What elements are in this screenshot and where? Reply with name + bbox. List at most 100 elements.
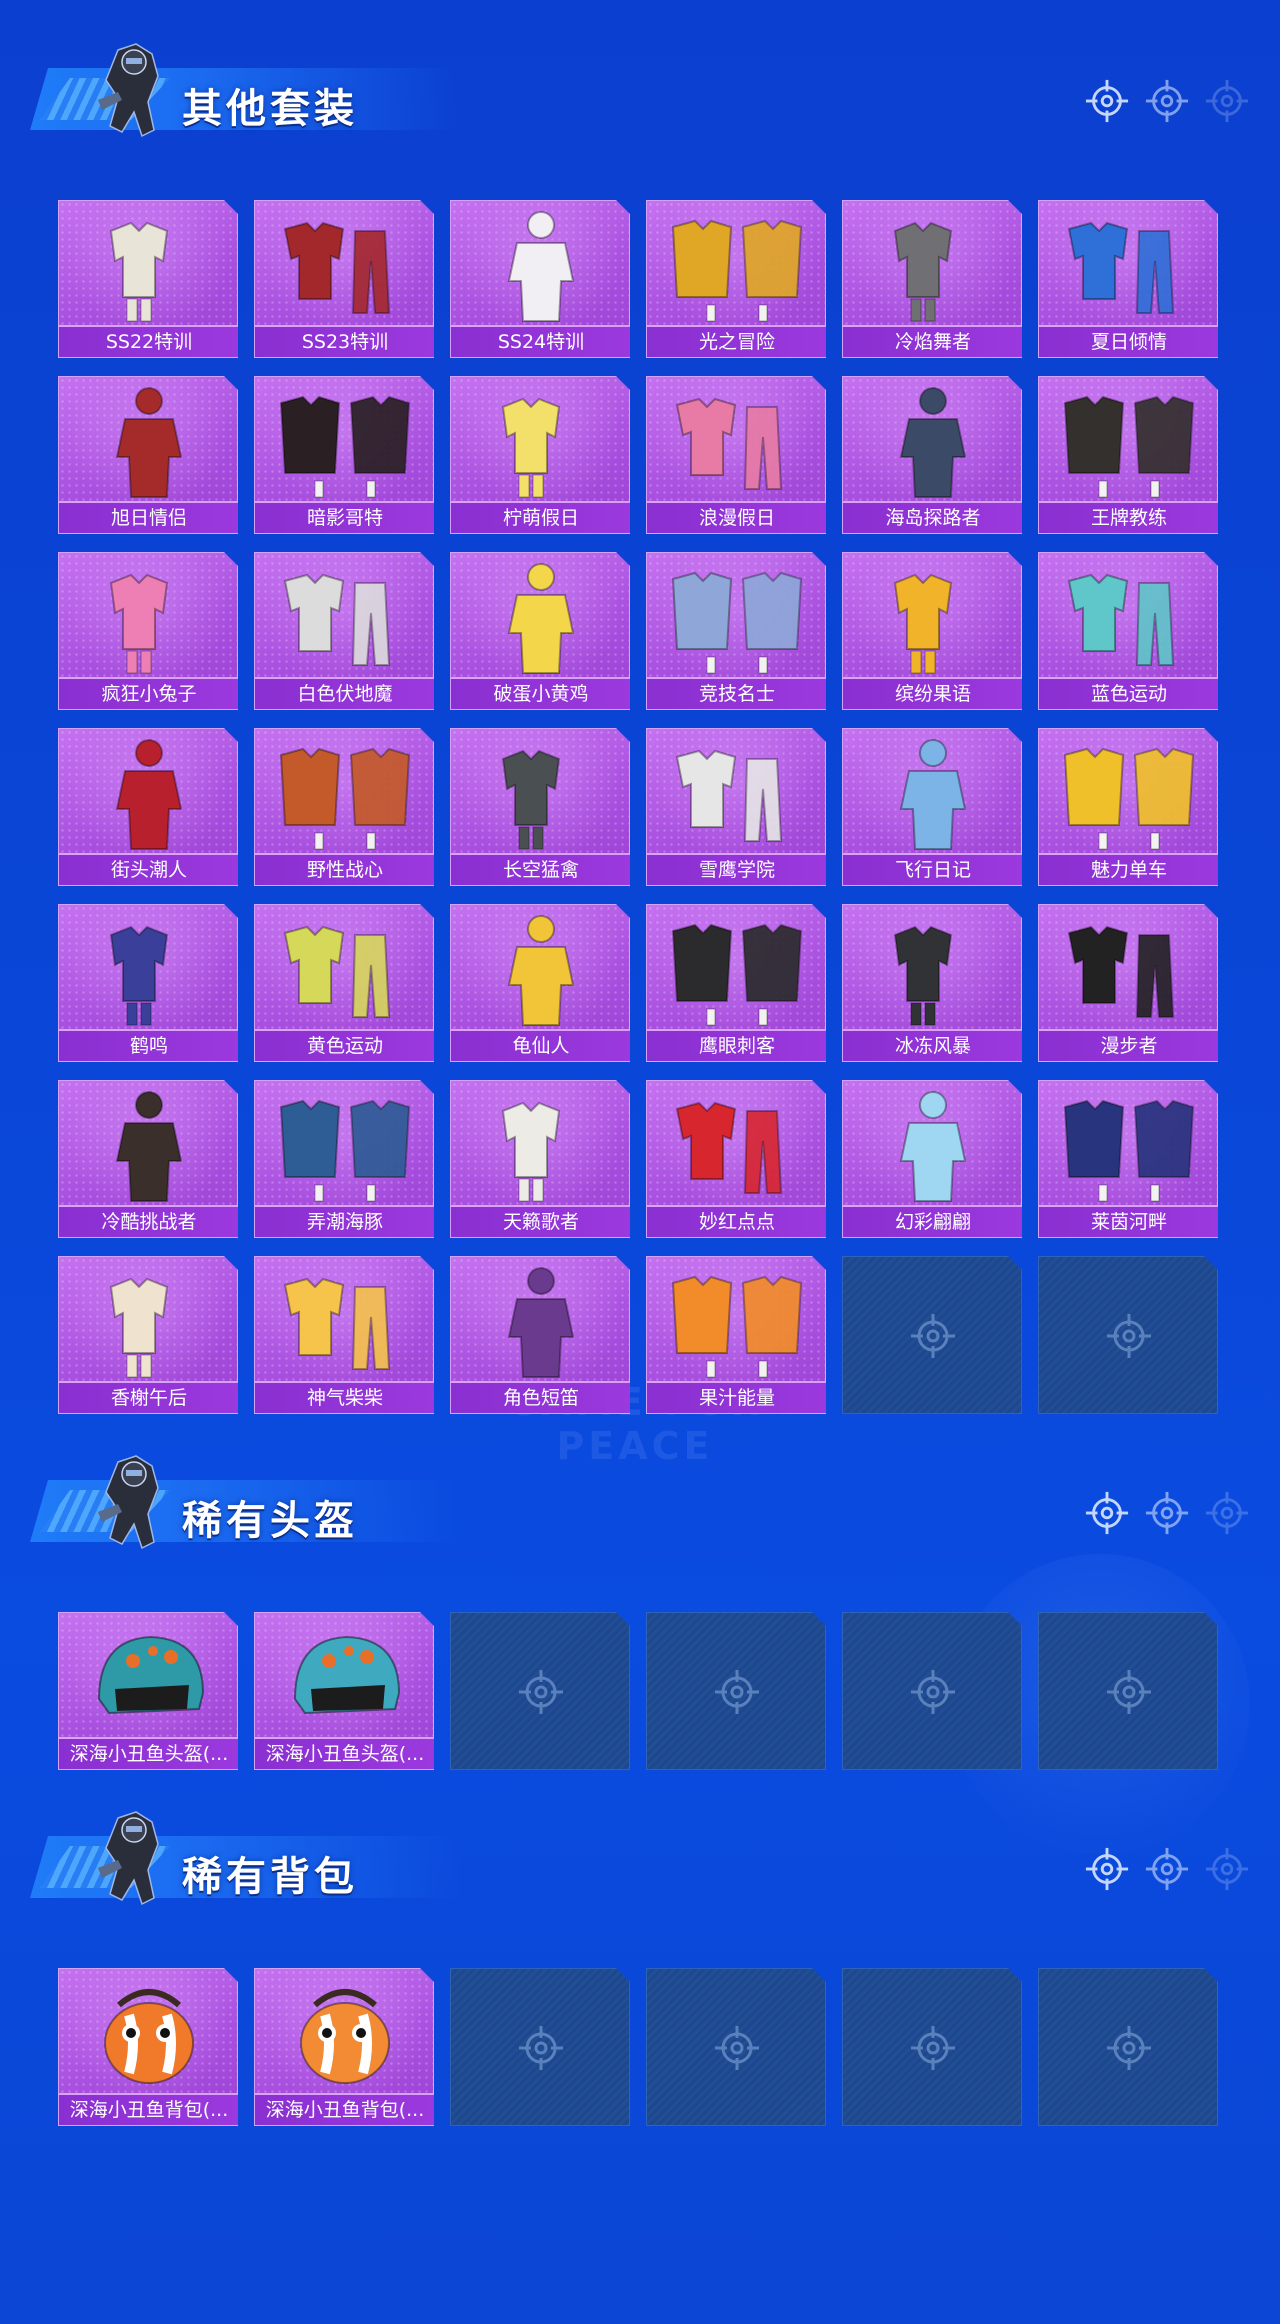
- crosshair-icon: [713, 2024, 761, 2072]
- item-grid: 深海小丑鱼头盔(... 深海小丑鱼头盔(...: [58, 1612, 1218, 1770]
- item-card[interactable]: 暗影哥特: [254, 376, 434, 534]
- item-label: 深海小丑鱼头盔(...: [255, 1739, 434, 1769]
- item-card[interactable]: SS22特训: [58, 200, 238, 358]
- empty-slot: [450, 1968, 630, 2126]
- item-label: 莱茵河畔: [1039, 1207, 1218, 1237]
- item-label: 夏日倾情: [1039, 327, 1218, 357]
- item-card[interactable]: 黄色运动: [254, 904, 434, 1062]
- item-card[interactable]: 果汁能量: [646, 1256, 826, 1414]
- item-card[interactable]: 天籁歌者: [450, 1080, 630, 1238]
- item-card[interactable]: 长空猛禽: [450, 728, 630, 886]
- item-label: 光之冒险: [647, 327, 826, 357]
- item-card[interactable]: 白色伏地魔: [254, 552, 434, 710]
- item-label: 深海小丑鱼背包(...: [59, 2095, 238, 2125]
- character-icon: [88, 1452, 172, 1556]
- item-card[interactable]: 飞行日记: [842, 728, 1022, 886]
- crosshair-icon: [713, 1668, 761, 1716]
- item-label: SS23特训: [255, 327, 434, 357]
- item-card[interactable]: 鹰眼刺客: [646, 904, 826, 1062]
- item-card[interactable]: 妙红点点: [646, 1080, 826, 1238]
- empty-slot: [842, 1256, 1022, 1414]
- item-card[interactable]: 王牌教练: [1038, 376, 1218, 534]
- item-card[interactable]: 海岛探路者: [842, 376, 1022, 534]
- item-label: 旭日情侣: [59, 503, 238, 533]
- crosshair-icon: [1105, 1312, 1153, 1360]
- character-icon: [88, 1808, 172, 1912]
- header-decor-icons: [1084, 1846, 1250, 1892]
- item-label: 白色伏地魔: [255, 679, 434, 709]
- item-card[interactable]: 莱茵河畔: [1038, 1080, 1218, 1238]
- item-card[interactable]: 竞技名士: [646, 552, 826, 710]
- item-card[interactable]: 角色短笛: [450, 1256, 630, 1414]
- item-card[interactable]: 冷焰舞者: [842, 200, 1022, 358]
- item-label: 黄色运动: [255, 1031, 434, 1061]
- crosshair-icon: [1105, 1668, 1153, 1716]
- item-label: 街头潮人: [59, 855, 238, 885]
- item-label: 浪漫假日: [647, 503, 826, 533]
- crosshair-icon: [909, 1668, 957, 1716]
- crosshair-icon: [1144, 1846, 1190, 1892]
- item-card[interactable]: 深海小丑鱼背包(...: [254, 1968, 434, 2126]
- empty-slot: [646, 1968, 826, 2126]
- item-label: 飞行日记: [843, 855, 1022, 885]
- item-label: 蓝色运动: [1039, 679, 1218, 709]
- item-card[interactable]: 浪漫假日: [646, 376, 826, 534]
- item-card[interactable]: 街头潮人: [58, 728, 238, 886]
- item-card[interactable]: 柠萌假日: [450, 376, 630, 534]
- item-card[interactable]: 缤纷果语: [842, 552, 1022, 710]
- item-card[interactable]: 幻彩翩翩: [842, 1080, 1022, 1238]
- item-card[interactable]: 深海小丑鱼背包(...: [58, 1968, 238, 2126]
- item-label: 长空猛禽: [451, 855, 630, 885]
- item-label: 冰冻风暴: [843, 1031, 1022, 1061]
- item-card[interactable]: 香榭午后: [58, 1256, 238, 1414]
- section-title: 其他套装: [182, 86, 358, 132]
- item-label: 破蛋小黄鸡: [451, 679, 630, 709]
- item-card[interactable]: 夏日倾情: [1038, 200, 1218, 358]
- empty-slot: [450, 1612, 630, 1770]
- item-label: 神气柴柴: [255, 1383, 434, 1413]
- item-card[interactable]: SS23特训: [254, 200, 434, 358]
- item-label: 王牌教练: [1039, 503, 1218, 533]
- item-card[interactable]: 野性战心: [254, 728, 434, 886]
- crosshair-icon: [1084, 1490, 1130, 1536]
- item-card[interactable]: 神气柴柴: [254, 1256, 434, 1414]
- section-title: 稀有背包: [182, 1854, 358, 1900]
- item-card[interactable]: 深海小丑鱼头盔(...: [254, 1612, 434, 1770]
- item-label: 深海小丑鱼头盔(...: [59, 1739, 238, 1769]
- crosshair-icon: [1204, 78, 1250, 124]
- item-label: 果汁能量: [647, 1383, 826, 1413]
- item-grid: SS22特训 SS23特训 SS24特训 光之冒险 冷焰舞者 夏日倾情 旭日情侣…: [58, 200, 1218, 1414]
- item-card[interactable]: 疯狂小兔子: [58, 552, 238, 710]
- item-card[interactable]: 弄潮海豚: [254, 1080, 434, 1238]
- item-label: 雪鹰学院: [647, 855, 826, 885]
- crosshair-icon: [1084, 1846, 1130, 1892]
- item-card[interactable]: 魅力单车: [1038, 728, 1218, 886]
- item-label: 冷焰舞者: [843, 327, 1022, 357]
- section-header: 稀有头盔: [30, 1452, 1280, 1562]
- item-card[interactable]: 漫步者: [1038, 904, 1218, 1062]
- item-label: 龟仙人: [451, 1031, 630, 1061]
- crosshair-icon: [1144, 1490, 1190, 1536]
- item-card[interactable]: 破蛋小黄鸡: [450, 552, 630, 710]
- empty-slot: [1038, 1256, 1218, 1414]
- item-label: 柠萌假日: [451, 503, 630, 533]
- item-card[interactable]: 雪鹰学院: [646, 728, 826, 886]
- item-card[interactable]: 光之冒险: [646, 200, 826, 358]
- item-card[interactable]: 龟仙人: [450, 904, 630, 1062]
- item-card[interactable]: SS24特训: [450, 200, 630, 358]
- crosshair-icon: [1084, 78, 1130, 124]
- item-card[interactable]: 冰冻风暴: [842, 904, 1022, 1062]
- item-label: 香榭午后: [59, 1383, 238, 1413]
- item-card[interactable]: 鹤鸣: [58, 904, 238, 1062]
- item-card[interactable]: 冷酷挑战者: [58, 1080, 238, 1238]
- item-label: SS24特训: [451, 327, 630, 357]
- item-label: 深海小丑鱼背包(...: [255, 2095, 434, 2125]
- item-label: SS22特训: [59, 327, 238, 357]
- header-decor-icons: [1084, 78, 1250, 124]
- item-card[interactable]: 蓝色运动: [1038, 552, 1218, 710]
- crosshair-icon: [1204, 1846, 1250, 1892]
- item-card[interactable]: 旭日情侣: [58, 376, 238, 534]
- crosshair-icon: [1105, 2024, 1153, 2072]
- item-card[interactable]: 深海小丑鱼头盔(...: [58, 1612, 238, 1770]
- item-label: 竞技名士: [647, 679, 826, 709]
